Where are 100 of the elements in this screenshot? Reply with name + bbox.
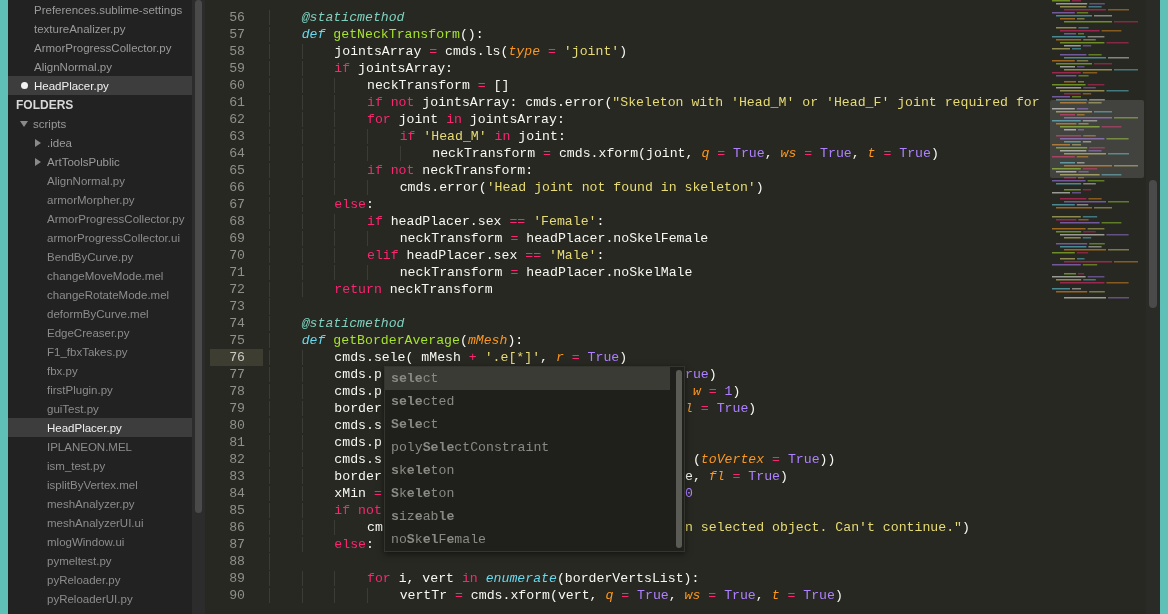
- code-text: cmds.error('Head joint not found in skeleton'): [269, 179, 764, 196]
- code-text: border: [269, 468, 384, 485]
- line-number: 84: [228, 485, 246, 502]
- line-number: 79: [228, 400, 246, 417]
- code-text: w = 1): [691, 383, 741, 400]
- file-item[interactable]: firstPlugin.py: [8, 380, 192, 399]
- code-text: border: [269, 400, 384, 417]
- popup-scrollbar[interactable]: [676, 370, 682, 548]
- file-item[interactable]: fbx.py: [8, 361, 192, 380]
- file-item[interactable]: armorMorpher.py: [8, 190, 192, 209]
- line-number: 63: [228, 128, 246, 145]
- code-text: cmds.sele( mMesh + '.e[*]', r = True): [269, 349, 628, 366]
- file-item[interactable]: isplitByVertex.mel: [8, 475, 192, 494]
- open-file-item[interactable]: Preferences.sublime-settings: [8, 0, 192, 19]
- line-number: 72: [228, 281, 246, 298]
- file-item[interactable]: AlignNormal.py: [8, 171, 192, 190]
- line-number: 61: [228, 94, 246, 111]
- open-file-item[interactable]: HeadPlacer.py: [8, 76, 192, 95]
- line-number: 90: [228, 587, 246, 604]
- autocomplete-item[interactable]: skeleton: [385, 459, 670, 482]
- file-item[interactable]: deformByCurve.mel: [8, 304, 192, 323]
- code-text: if jointsArray:: [269, 60, 454, 77]
- code-text: cmds.p: [269, 434, 382, 451]
- line-number: 67: [228, 196, 246, 213]
- file-item[interactable]: ArmorProgressCollector.py: [8, 209, 192, 228]
- line-number: 59: [228, 60, 246, 77]
- folder-item[interactable]: ArtToolsPublic: [8, 152, 192, 171]
- minimap-viewport[interactable]: [1050, 100, 1144, 178]
- line-number: 85: [228, 502, 246, 519]
- open-file-item[interactable]: AlignNormal.py: [8, 57, 192, 76]
- file-item[interactable]: F1_fbxTakes.py: [8, 342, 192, 361]
- line-number: 78: [228, 383, 246, 400]
- file-item[interactable]: mlogWindow.ui: [8, 532, 192, 551]
- scrollbar-thumb[interactable]: [195, 0, 202, 513]
- file-item[interactable]: pymeltest.py: [8, 551, 192, 570]
- line-number: 76: [210, 349, 263, 366]
- code-text: (toVertex = True)): [691, 451, 836, 468]
- file-item[interactable]: EdgeCreaser.py: [8, 323, 192, 342]
- line-number: 68: [228, 213, 246, 230]
- code-text: jointsArray = cmds.ls(type = 'joint'): [269, 43, 628, 60]
- code-text: @staticmethod: [269, 9, 405, 26]
- autocomplete-item[interactable]: polySelectConstraint: [385, 436, 670, 459]
- editor-scrollbar[interactable]: [1146, 0, 1160, 614]
- autocomplete-item[interactable]: select: [385, 367, 670, 390]
- line-number: 64: [228, 145, 246, 162]
- code-text: neckTransform = headPlacer.noSkelMale: [269, 264, 693, 281]
- file-item[interactable]: ism_test.py: [8, 456, 192, 475]
- file-item[interactable]: armorProgressCollector.ui: [8, 228, 192, 247]
- code-text: def getBorderAverage(mMesh):: [269, 332, 524, 349]
- file-item[interactable]: BendByCurve.py: [8, 247, 192, 266]
- line-number: 87: [228, 536, 246, 553]
- autocomplete-item[interactable]: selected: [385, 390, 670, 413]
- file-item[interactable]: meshAnalyzerUI.ui: [8, 513, 192, 532]
- open-file-item[interactable]: ArmorProgressCollector.py: [8, 38, 192, 57]
- autocomplete-item[interactable]: Skeleton: [385, 482, 670, 505]
- code-text: cm: [269, 519, 384, 536]
- line-number: 81: [228, 434, 246, 451]
- file-item[interactable]: IPLANEON.MEL: [8, 437, 192, 456]
- autocomplete-item[interactable]: Select: [385, 413, 670, 436]
- code-text: n selected object. Can't continue."): [685, 519, 970, 536]
- folder-item[interactable]: scripts: [8, 114, 192, 133]
- file-item[interactable]: meshAnalyzer.py: [8, 494, 192, 513]
- line-number: 89: [228, 570, 246, 587]
- folders-header: FOLDERS: [15, 96, 75, 114]
- file-item[interactable]: changeMoveMode.mel: [8, 266, 192, 285]
- file-item[interactable]: pyReloader.py: [8, 570, 192, 589]
- line-number: 69: [228, 230, 246, 247]
- line-number: 73: [228, 298, 246, 315]
- code-text: else:: [269, 536, 374, 553]
- code-text: l = True): [685, 400, 757, 417]
- file-item[interactable]: pyReloaderUI.py: [8, 589, 192, 608]
- file-item[interactable]: guiTest.py: [8, 399, 192, 418]
- line-number: 58: [228, 43, 246, 60]
- file-item[interactable]: changeRotateMode.mel: [8, 285, 192, 304]
- code-text: if not neckTransform:: [269, 162, 534, 179]
- code-text: cmds.s: [269, 417, 382, 434]
- autocomplete-item[interactable]: sizeable: [385, 505, 670, 528]
- code-text: if not jointsArray: cmds.error("Skeleton with 'Head_M' or 'Head_F' joint required for: [269, 94, 1040, 111]
- line-number: 62: [228, 111, 246, 128]
- folder-item[interactable]: .idea: [8, 133, 192, 152]
- code-text: rue): [685, 366, 717, 383]
- code-text: for i, vert in enumerate(borderVertsList):: [269, 570, 700, 587]
- code-text: neckTransform = cmds.xform(joint, q = True, ws = True, t = True): [269, 145, 939, 162]
- code-text: neckTransform = headPlacer.noSkelFemale: [269, 230, 709, 247]
- autocomplete-item[interactable]: noSkelFemale: [385, 528, 670, 551]
- open-file-item[interactable]: textureAnalizer.py: [8, 19, 192, 38]
- line-number: 60: [228, 77, 246, 94]
- scrollbar-thumb[interactable]: [1149, 180, 1157, 308]
- line-number: 74: [228, 315, 246, 332]
- code-text: e, fl = True): [685, 468, 788, 485]
- line-number: 83: [228, 468, 246, 485]
- code-text: else:: [269, 196, 374, 213]
- code-text: cmds.p: [269, 383, 384, 400]
- file-item[interactable]: HeadPlacer.py: [8, 418, 192, 437]
- code-text: return neckTransform: [269, 281, 493, 298]
- code-text: elif headPlacer.sex == 'Male':: [269, 247, 605, 264]
- sidebar-scrollbar[interactable]: [192, 0, 205, 614]
- code-text: def getNeckTransform():: [269, 26, 484, 43]
- line-number: 75: [228, 332, 246, 349]
- code-text: 0: [685, 485, 693, 502]
